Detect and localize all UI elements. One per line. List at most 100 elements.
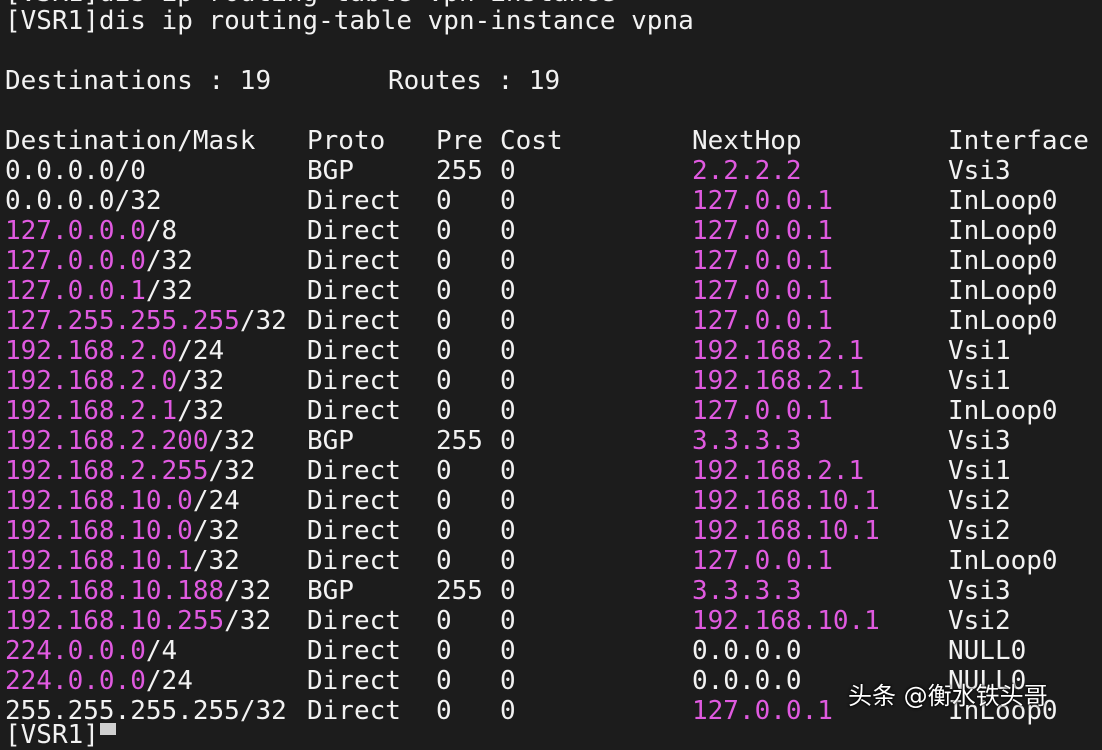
route-interface: Vsi1	[948, 366, 1011, 396]
route-mask: /32	[114, 186, 162, 216]
route-pre: 0	[436, 366, 452, 396]
route-pre: 255	[436, 576, 483, 606]
route-proto: Direct	[307, 636, 401, 666]
route-nexthop: 192.168.2.1	[692, 456, 865, 486]
route-interface: InLoop0	[948, 186, 1058, 216]
route-destination: 224.0.0.0/24	[5, 666, 193, 696]
route-proto: BGP	[307, 156, 354, 186]
route-cost: 0	[500, 276, 516, 306]
route-proto: Direct	[307, 396, 401, 426]
route-mask: /32	[177, 366, 225, 396]
route-pre: 0	[436, 276, 452, 306]
route-destination: 0.0.0.0/0	[5, 156, 146, 186]
terminal-window[interactable]: [VSR1]dis ip routing-table vpn-instance …	[0, 0, 1102, 750]
route-cost: 0	[500, 576, 516, 606]
route-nexthop: 3.3.3.3	[692, 576, 802, 606]
route-mask: /32	[239, 696, 287, 726]
route-interface: Vsi2	[948, 606, 1011, 636]
route-destination: 127.0.0.1/32	[5, 276, 193, 306]
route-interface: Vsi3	[948, 576, 1011, 606]
route-cost: 0	[500, 516, 516, 546]
route-pre: 0	[436, 666, 452, 696]
route-address: 192.168.10.255	[5, 606, 225, 636]
route-nexthop: 127.0.0.1	[692, 396, 833, 426]
route-address: 192.168.10.188	[5, 576, 225, 606]
route-address: 127.0.0.1	[5, 276, 146, 306]
route-destination: 192.168.10.255/32	[5, 606, 271, 636]
route-nexthop: 127.0.0.1	[692, 696, 833, 726]
route-proto: Direct	[307, 516, 401, 546]
route-nexthop: 2.2.2.2	[692, 156, 802, 186]
route-interface: Vsi1	[948, 456, 1011, 486]
route-mask: /24	[192, 486, 240, 516]
route-nexthop: 0.0.0.0	[692, 636, 802, 666]
route-nexthop: 3.3.3.3	[692, 426, 802, 456]
watermark-text: 头条 @衡水铁头哥	[848, 682, 1048, 710]
route-cost: 0	[500, 366, 516, 396]
route-interface: InLoop0	[948, 306, 1058, 336]
route-pre: 0	[436, 396, 452, 426]
route-proto: Direct	[307, 456, 401, 486]
route-proto: Direct	[307, 216, 401, 246]
destinations-count: Destinations : 19	[5, 66, 272, 96]
route-proto: Direct	[307, 696, 401, 726]
route-interface: InLoop0	[948, 216, 1058, 246]
route-cost: 0	[500, 456, 516, 486]
route-cost: 0	[500, 186, 516, 216]
route-cost: 0	[500, 546, 516, 576]
header-pre: Pre	[436, 126, 483, 156]
route-mask: /0	[114, 156, 146, 186]
route-mask: /32	[224, 576, 272, 606]
route-cost: 0	[500, 246, 516, 276]
route-mask: /32	[192, 516, 240, 546]
route-interface: Vsi3	[948, 156, 1011, 186]
route-mask: /32	[239, 306, 287, 336]
route-pre: 0	[436, 216, 452, 246]
route-pre: 0	[436, 336, 452, 366]
route-address: 192.168.10.1	[5, 546, 193, 576]
route-destination: 192.168.2.255/32	[5, 456, 255, 486]
route-address: 224.0.0.0	[5, 666, 146, 696]
route-destination: 192.168.2.0/32	[5, 366, 224, 396]
route-interface: Vsi3	[948, 426, 1011, 456]
route-pre: 0	[436, 546, 452, 576]
route-cost: 0	[500, 336, 516, 366]
route-proto: Direct	[307, 276, 401, 306]
route-nexthop: 192.168.10.1	[692, 486, 880, 516]
route-proto: Direct	[307, 336, 401, 366]
route-address: 192.168.10.0	[5, 516, 193, 546]
route-address: 0.0.0.0	[5, 186, 115, 216]
route-address: 192.168.2.0	[5, 336, 178, 366]
route-nexthop: 127.0.0.1	[692, 186, 833, 216]
route-pre: 255	[436, 156, 483, 186]
route-address: 0.0.0.0	[5, 156, 115, 186]
route-mask: /24	[145, 666, 193, 696]
route-destination: 192.168.2.200/32	[5, 426, 255, 456]
route-nexthop: 127.0.0.1	[692, 276, 833, 306]
route-address: 192.168.2.0	[5, 366, 178, 396]
route-nexthop: 127.0.0.1	[692, 546, 833, 576]
route-pre: 0	[436, 696, 452, 726]
route-nexthop: 0.0.0.0	[692, 666, 802, 696]
route-proto: BGP	[307, 576, 354, 606]
route-pre: 0	[436, 456, 452, 486]
route-nexthop: 192.168.10.1	[692, 606, 880, 636]
route-proto: Direct	[307, 666, 401, 696]
header-cost: Cost	[500, 126, 563, 156]
route-proto: Direct	[307, 306, 401, 336]
next-prompt-line: [VSR1]	[5, 720, 99, 750]
route-mask: /4	[145, 636, 178, 666]
route-interface: InLoop0	[948, 396, 1058, 426]
route-cost: 0	[500, 396, 516, 426]
route-interface: InLoop0	[948, 546, 1058, 576]
header-proto: Proto	[307, 126, 386, 156]
route-proto: Direct	[307, 186, 401, 216]
route-mask: /32	[208, 456, 256, 486]
route-mask: /8	[145, 216, 178, 246]
route-address: 127.0.0.0	[5, 216, 146, 246]
route-mask: /32	[224, 606, 272, 636]
route-mask: /32	[208, 426, 256, 456]
route-proto: Direct	[307, 246, 401, 276]
prompt: [VSR1]	[5, 6, 99, 36]
route-mask: /32	[177, 396, 225, 426]
